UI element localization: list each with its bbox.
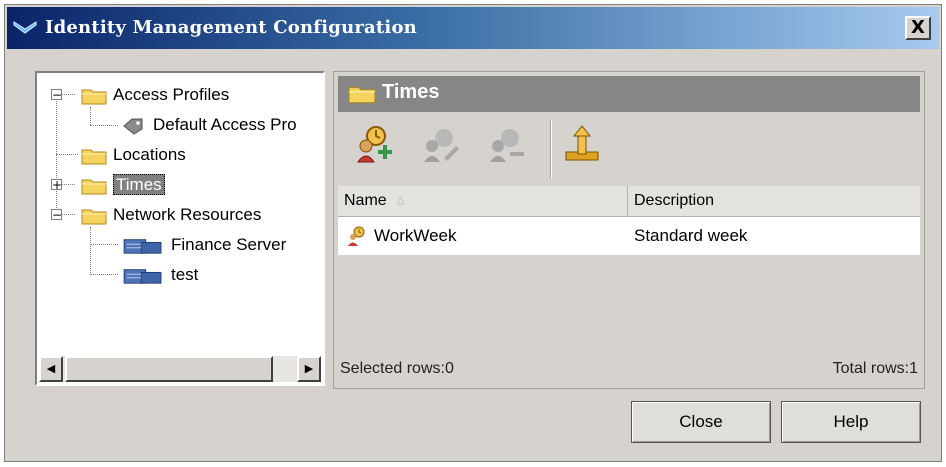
close-window-button[interactable]: X: [905, 16, 931, 40]
tree-label: Finance Server: [171, 235, 287, 254]
sort-indicator-icon: Δ: [396, 194, 405, 208]
collapse-access-profiles[interactable]: −: [51, 89, 62, 101]
horizontal-scrollbar[interactable]: ◀ ▶: [39, 356, 321, 382]
help-button[interactable]: Help: [781, 401, 921, 443]
folder-icon: [348, 87, 376, 104]
app-icon: [13, 21, 37, 34]
cell-description: Standard week: [634, 226, 748, 245]
time-entry-icon: [348, 226, 365, 246]
tree-label-selected: Times: [113, 174, 165, 195]
expand-times[interactable]: +: [51, 179, 62, 191]
tree-label: test: [171, 265, 199, 284]
pane-title: Times: [382, 81, 440, 103]
add-time-button[interactable]: [352, 122, 396, 166]
navigation-tree[interactable]: − Access Profiles Default Access Pro Loc…: [35, 71, 325, 386]
times-table: Name Δ Description WorkWeek Standard week: [338, 186, 920, 336]
folder-icon: [81, 209, 107, 225]
tree-label: Locations: [113, 145, 186, 164]
column-header-description[interactable]: Description: [628, 186, 922, 216]
title-bar[interactable]: Identity Management Configuration X: [7, 7, 939, 49]
delete-time-button[interactable]: [484, 122, 528, 166]
tree-item-test[interactable]: test: [121, 263, 198, 287]
total-rows-count: Total rows:1: [832, 360, 918, 377]
tag-icon: [123, 118, 143, 135]
table-header: Name Δ Description: [338, 186, 920, 217]
edit-time-button[interactable]: [418, 122, 462, 166]
add-time-icon: [357, 126, 392, 163]
window-title: Identity Management Configuration: [45, 17, 417, 38]
tree-item-access-profiles[interactable]: Access Profiles: [81, 83, 229, 107]
folder-icon: [81, 179, 107, 195]
dialog-window: Identity Management Configuration X − Ac…: [4, 4, 942, 462]
delete-time-icon: [490, 129, 524, 162]
tree-item-network-resources[interactable]: Network Resources: [81, 203, 261, 227]
cell-name: WorkWeek: [374, 226, 457, 245]
tree-item-times[interactable]: Times: [81, 173, 165, 197]
toolbar: [338, 116, 920, 180]
times-pane: Times Name Δ Description WorkWeek Standa…: [333, 71, 925, 389]
status-bar: Selected rows:0 Total rows:1: [338, 358, 920, 384]
collapse-network-resources[interactable]: −: [51, 209, 62, 221]
tree-item-default-access[interactable]: Default Access Pro: [121, 113, 297, 137]
edit-time-icon: [424, 129, 459, 162]
close-button[interactable]: Close: [631, 401, 771, 443]
tree-label: Default Access Pro: [153, 115, 297, 134]
upload-icon: [565, 125, 599, 161]
tree-item-locations[interactable]: Locations: [81, 143, 186, 167]
pane-header: Times: [338, 76, 920, 112]
tree-label: Access Profiles: [113, 85, 230, 104]
selected-rows-count: Selected rows:0: [340, 360, 454, 377]
server-icon: [123, 268, 162, 284]
toolbar-separator: [550, 120, 552, 178]
folder-icon: [81, 149, 107, 165]
folder-icon: [81, 89, 107, 105]
column-header-name[interactable]: Name Δ: [338, 186, 628, 216]
scroll-left-button[interactable]: ◀: [39, 356, 63, 382]
table-row[interactable]: WorkWeek Standard week: [338, 217, 920, 255]
tree-item-finance-server[interactable]: Finance Server: [121, 233, 286, 257]
tree-label: Network Resources: [113, 205, 262, 224]
scroll-thumb[interactable]: [65, 356, 273, 382]
upload-button[interactable]: [560, 122, 604, 166]
scroll-right-button[interactable]: ▶: [297, 356, 321, 382]
server-icon: [123, 238, 162, 254]
